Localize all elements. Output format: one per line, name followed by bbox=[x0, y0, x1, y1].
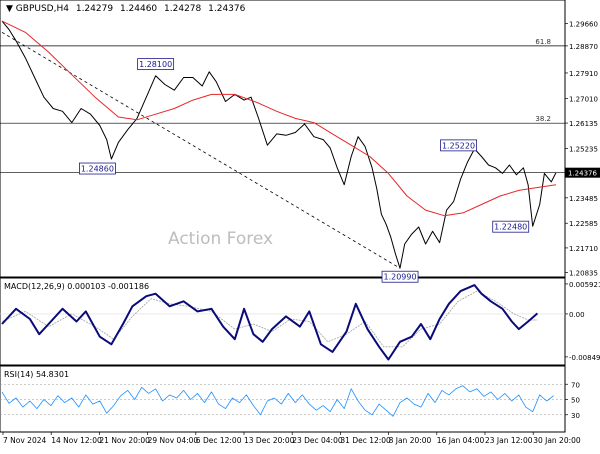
price-tick-label: 1.27910 bbox=[569, 70, 598, 78]
watermark: Action Forex bbox=[168, 229, 273, 249]
level-label: 61.8 bbox=[535, 38, 551, 46]
rsi-panel bbox=[0, 365, 566, 433]
header-high: 1.24460 bbox=[120, 4, 157, 14]
x-tick-label: 30 Jan 20:00 bbox=[533, 436, 581, 445]
x-tick-label: 23 Dec 04:00 bbox=[292, 436, 343, 445]
rsi-tick-label: 70 bbox=[571, 381, 580, 389]
chart-root: Action Forex ▼ GBPUSD,H4 1.24279 1.24460… bbox=[0, 0, 600, 450]
price-label: 1.20990 bbox=[383, 273, 416, 282]
macd-title: MACD(12,26,9) 0.000103 -0.001186 bbox=[4, 282, 149, 291]
price-tick-label: 1.29660 bbox=[569, 21, 598, 29]
price-tick-label: 1.27010 bbox=[569, 95, 598, 103]
x-tick-label: 6 Dec 12:00 bbox=[196, 436, 242, 445]
price-tick-label: 1.21710 bbox=[569, 245, 598, 253]
x-tick-label: 21 Nov 20:00 bbox=[99, 436, 150, 445]
header-low: 1.24278 bbox=[164, 4, 201, 14]
price-label: 1.22480 bbox=[494, 223, 527, 232]
x-tick-label: 31 Dec 12:00 bbox=[340, 436, 391, 445]
header-arrow-icon: ▼ bbox=[6, 4, 16, 14]
x-tick-label: 7 Nov 2024 bbox=[3, 436, 46, 445]
macd-tick-label: 0.005921 bbox=[569, 281, 600, 289]
rsi-title: RSI(14) 54.8301 bbox=[4, 370, 69, 379]
price-tick-label: 1.23485 bbox=[569, 195, 598, 203]
rsi-tick-label: 30 bbox=[571, 412, 580, 420]
header-open: 1.24279 bbox=[76, 4, 113, 14]
price-tick-label: 1.26135 bbox=[569, 120, 598, 128]
level-label: 38.2 bbox=[535, 115, 551, 123]
chart-svg: Action Forex ▼ GBPUSD,H4 1.24279 1.24460… bbox=[0, 0, 600, 445]
header-readout: ▼ GBPUSD,H4 1.24279 1.24460 1.24278 1.24… bbox=[6, 4, 246, 14]
x-tick-label: 29 Nov 04:00 bbox=[148, 436, 199, 445]
x-tick-label: 14 Nov 12:00 bbox=[51, 436, 102, 445]
rsi-tick-label: 50 bbox=[571, 397, 580, 405]
header-symbol: GBPUSD,H4 bbox=[16, 4, 69, 14]
x-tick-label: 16 Jan 04:00 bbox=[437, 436, 485, 445]
macd-tick-label: -0.00849 bbox=[569, 354, 600, 362]
price-tick-label: 1.20835 bbox=[569, 270, 598, 278]
macd-tick-label: 0.00 bbox=[569, 311, 585, 319]
price-label: 1.25220 bbox=[442, 141, 475, 150]
x-tick-label: 13 Dec 20:00 bbox=[244, 436, 295, 445]
price-tick-label: 1.25235 bbox=[569, 145, 598, 153]
current-price-label: 1.24376 bbox=[568, 170, 597, 178]
price-label: 1.28100 bbox=[139, 60, 172, 69]
price-panel bbox=[0, 0, 566, 278]
x-tick-label: 23 Jan 12:00 bbox=[485, 436, 533, 445]
x-tick-label: 8 Jan 20:00 bbox=[389, 436, 432, 445]
price-tick-label: 1.28870 bbox=[569, 43, 598, 51]
price-tick-label: 1.22585 bbox=[569, 220, 598, 228]
price-label: 1.24860 bbox=[81, 165, 114, 174]
header-close: 1.24376 bbox=[208, 4, 245, 14]
